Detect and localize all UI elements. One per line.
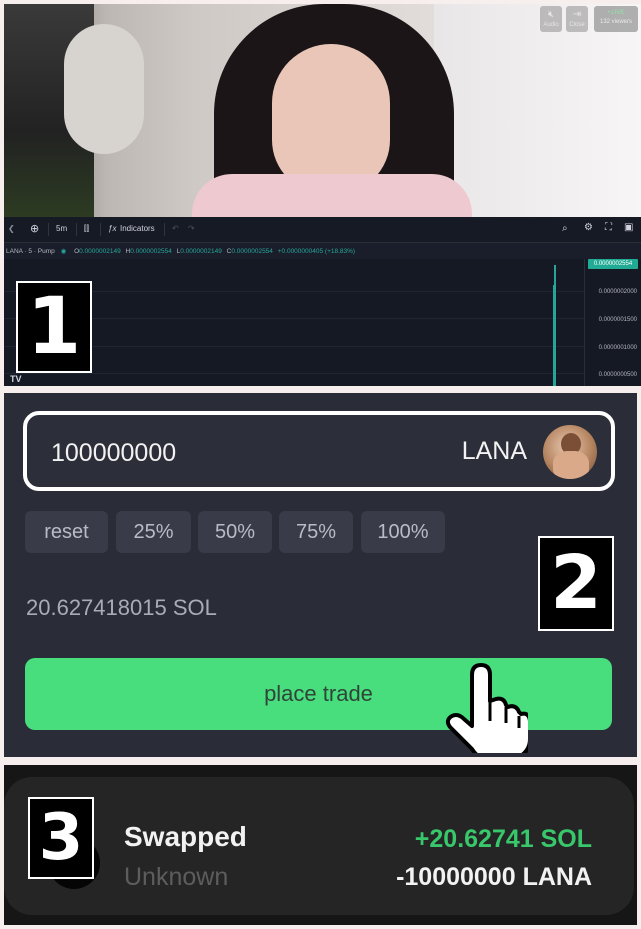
symbol-label: LANA · 5 · Pump [6,248,55,255]
candle-wick [554,265,556,287]
add-symbol-icon[interactable]: ⊕ [30,222,39,235]
sol-change: +20.62741 SOL [414,825,592,853]
tradingview-logo: TV [10,374,22,384]
ohlc-change: +0.0000000405 (+18.83%) [277,248,356,255]
price-tick: 0.0000002000 [598,289,637,295]
search-icon[interactable]: ⌕ [562,223,568,234]
reset-button[interactable]: reset [25,511,108,553]
ohlc-close: 0.0000002554 [231,248,273,255]
price-tick: 0.0000001000 [598,345,637,351]
streamer-top [192,174,472,217]
audio-label: Audio [543,22,559,28]
token-change: -10000000 LANA [396,863,592,891]
price-tick: 0.0000000500 [598,372,637,378]
hand-cursor-icon [445,663,528,753]
step-label-1: 1 [16,281,92,373]
gear-icon[interactable]: ⚙ [584,222,593,233]
sol-balance: 20.627418015 SOL [26,595,217,620]
step-label-2: 2 [538,536,614,631]
swap-notification[interactable]: 3 Swapped Unknown +20.62741 SOL -1000000… [4,777,634,915]
undo-icon[interactable]: ↶ [172,224,179,233]
close-label: Close [569,22,585,28]
price-tick: 0.0000001500 [598,317,637,323]
swap-notification-panel: 3 Swapped Unknown +20.62741 SOL -1000000… [4,765,637,925]
viewer-count: 132 viewers [599,19,632,25]
exit-icon: ⇥ [572,9,582,20]
pct-100-button[interactable]: 100% [361,511,445,553]
pct-50-button[interactable]: 50% [198,511,272,553]
interval-button[interactable]: 5m [56,224,67,233]
status-dot: ◉ [60,248,67,255]
chart-toolbar: ❮ ⊕ 5m ⫿⫿ ƒx Indicators ↶ ↷ ⌕ ⚙ ⛶ ▣ [4,217,641,243]
close-button[interactable]: ⇥ Close [566,6,588,32]
audio-muted-icon: 🔇︎ [547,9,555,20]
stream-chart-panel: 🔇︎ Audio ⇥ Close • LIVE 132 viewers ❮ ⊕ … [4,4,641,386]
audio-button[interactable]: 🔇︎ Audio [540,6,562,32]
live-label: • LIVE [607,10,625,16]
fullscreen-icon[interactable]: ⛶ [605,222,612,233]
swap-title: Swapped [124,821,247,852]
pct-75-button[interactable]: 75% [279,511,353,553]
ohlc-low: 0.0000002149 [180,248,222,255]
price-axis[interactable]: 0.0000002554 0.0000002000 0.0000001500 0… [584,259,641,386]
token-symbol: LANA [461,437,527,465]
live-badge: • LIVE 132 viewers [594,6,638,32]
trade-panel: 100000000 LANA reset 25% 50% 75% 100% 20… [4,393,637,757]
fx-icon: ƒx [108,224,117,233]
redo-icon[interactable]: ↷ [188,224,195,233]
legend-row: LANA · 5 · Pump ◉ O0.0000002149 H0.00000… [4,244,641,259]
toolbar-edge-icon: ❮ [8,224,15,233]
pct-25-button[interactable]: 25% [116,511,191,553]
wall-art-light [64,24,144,154]
streamer-face [272,44,390,194]
candle-body [553,285,556,386]
last-price-tag: 0.0000002554 [588,259,638,269]
livestream-video[interactable]: 🔇︎ Audio ⇥ Close • LIVE 132 viewers [4,4,641,217]
grid-line [4,373,584,374]
amount-input[interactable]: 100000000 LANA [23,411,615,491]
camera-icon[interactable]: ▣ [624,222,633,233]
window-curtain [434,4,641,217]
ohlc-open: 0.0000002149 [79,248,121,255]
step-label-3: 3 [28,797,94,879]
token-avatar [543,425,597,479]
indicators-button[interactable]: Indicators [120,224,155,233]
candle-style-icon[interactable]: ⫿⫿ [84,224,89,234]
swap-subtitle: Unknown [124,863,229,891]
amount-value: 100000000 [51,439,177,467]
ohlc-high: 0.0000002554 [130,248,172,255]
